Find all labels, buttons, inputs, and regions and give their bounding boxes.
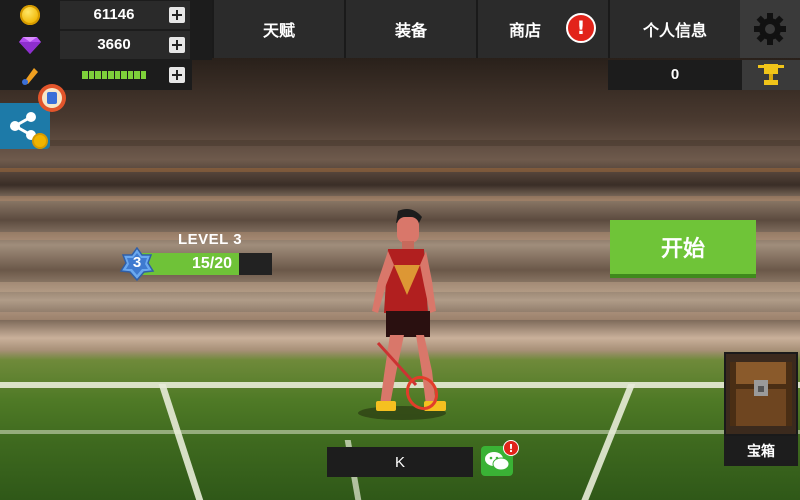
level-number: 3 bbox=[132, 254, 142, 271]
add-energy-button[interactable] bbox=[169, 67, 185, 83]
player-name: K bbox=[327, 447, 473, 477]
level-title: LEVEL 3 bbox=[178, 231, 243, 248]
start-button[interactable]: 开始 bbox=[610, 220, 756, 278]
main-tabs: 天赋 装备 商店 ! 个人信息 bbox=[212, 0, 740, 58]
energy-panel bbox=[0, 60, 192, 90]
share-reward-badge-icon bbox=[38, 84, 66, 112]
coin-count: 61146 bbox=[93, 6, 135, 23]
trophy-count: 0 bbox=[608, 60, 742, 90]
level-badge: 3 bbox=[119, 246, 155, 282]
trophy-button[interactable] bbox=[742, 60, 800, 90]
wechat-button[interactable]: ! bbox=[481, 440, 519, 476]
xp-progress-bar: 15/20 bbox=[140, 253, 272, 275]
treasure-chest-button[interactable] bbox=[724, 352, 798, 436]
coin-icon bbox=[32, 133, 48, 149]
tab-talent[interactable]: 天赋 bbox=[212, 0, 344, 58]
trophy-icon bbox=[758, 64, 784, 85]
gem-icon bbox=[19, 37, 41, 54]
settings-button[interactable] bbox=[740, 0, 800, 58]
tab-equipment[interactable]: 装备 bbox=[344, 0, 476, 58]
tab-profile[interactable]: 个人信息 bbox=[608, 0, 740, 58]
coin-icon bbox=[20, 5, 40, 25]
treasure-chest-icon bbox=[730, 362, 792, 426]
gem-count: 3660 bbox=[97, 36, 131, 53]
energy-bar bbox=[82, 71, 146, 79]
add-gems-button[interactable] bbox=[169, 37, 185, 53]
player-character bbox=[358, 209, 446, 420]
shop-alert-badge: ! bbox=[566, 13, 596, 43]
resource-panel: 61146 3660 bbox=[0, 0, 212, 60]
wechat-alert-badge: ! bbox=[503, 440, 519, 456]
tab-shop[interactable]: 商店 ! bbox=[476, 0, 608, 58]
gear-icon bbox=[754, 13, 786, 45]
chest-label: 宝箱 bbox=[724, 436, 798, 466]
add-coins-button[interactable] bbox=[169, 7, 185, 23]
xp-text: 15/20 bbox=[191, 255, 233, 272]
